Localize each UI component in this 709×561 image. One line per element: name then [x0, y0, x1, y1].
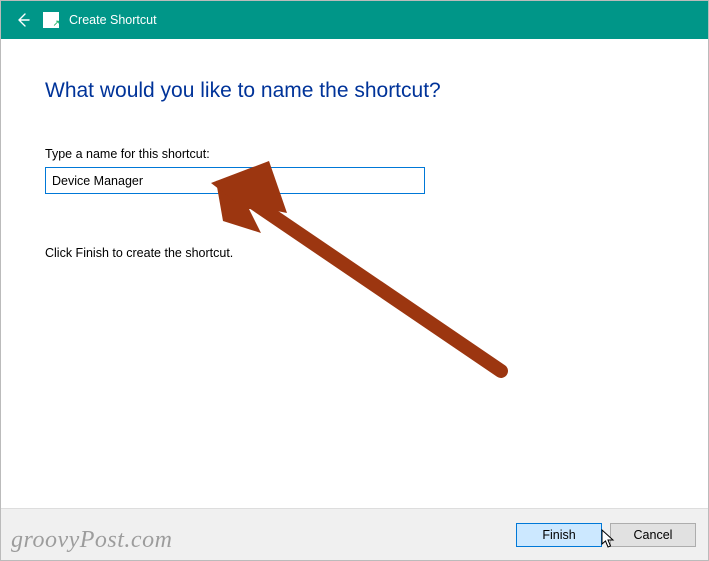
- cancel-button[interactable]: Cancel: [610, 523, 696, 547]
- back-button[interactable]: [9, 6, 37, 34]
- back-arrow-icon: [15, 12, 31, 28]
- shortcut-icon: [43, 12, 59, 28]
- titlebar: Create Shortcut: [1, 1, 708, 39]
- shortcut-name-input[interactable]: [45, 167, 425, 194]
- dialog-footer: Finish Cancel: [1, 508, 708, 560]
- finish-button[interactable]: Finish: [516, 523, 602, 547]
- page-heading: What would you like to name the shortcut…: [45, 79, 664, 103]
- hint-text: Click Finish to create the shortcut.: [45, 246, 664, 260]
- window-title: Create Shortcut: [69, 13, 157, 27]
- input-label: Type a name for this shortcut:: [45, 147, 664, 161]
- dialog-content: What would you like to name the shortcut…: [1, 39, 708, 260]
